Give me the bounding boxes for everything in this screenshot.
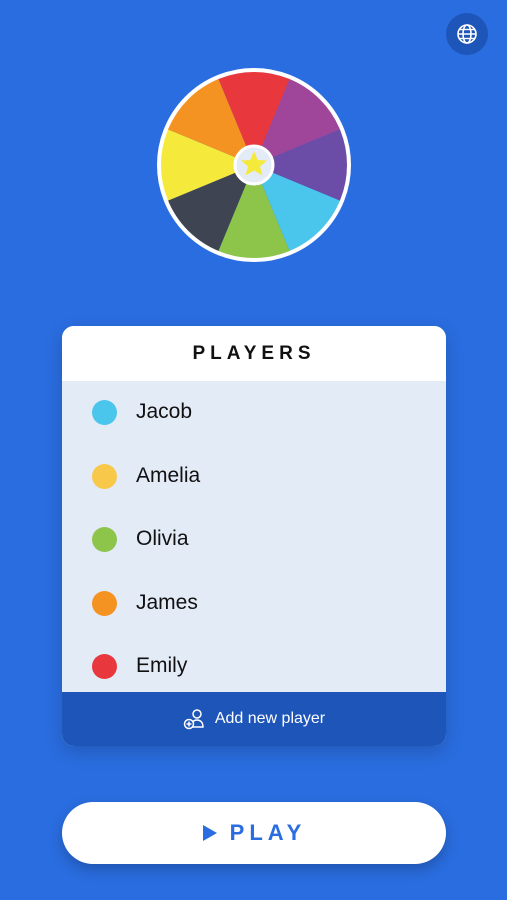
play-button[interactable]: PLAY — [62, 802, 446, 864]
player-color-dot — [92, 590, 117, 616]
add-player-label: Add new player — [214, 710, 326, 727]
player-row-james[interactable]: James — [62, 583, 446, 623]
add-player-button[interactable]: Add new player — [62, 692, 446, 746]
player-name: Jacob — [136, 400, 193, 423]
player-row-emily[interactable]: Emily — [62, 646, 446, 686]
player-name: Emily — [136, 654, 188, 677]
globe-icon — [457, 24, 477, 44]
player-name: James — [136, 591, 198, 614]
add-user-icon — [183, 709, 204, 730]
player-color-dot — [92, 526, 117, 552]
language-button[interactable] — [446, 13, 488, 55]
player-name: Amelia — [136, 464, 201, 487]
player-color-dot — [92, 653, 117, 679]
player-color-dot — [92, 399, 117, 425]
play-label: PLAY — [229, 820, 307, 845]
players-card: PLAYERS Jacob Amelia Olivia James Emily — [62, 326, 446, 746]
player-color-dot — [92, 463, 117, 489]
players-title: PLAYERS — [192, 342, 316, 364]
player-row-olivia[interactable]: Olivia — [62, 519, 446, 559]
spin-wheel[interactable] — [156, 67, 352, 263]
player-name: Olivia — [136, 527, 189, 550]
player-row-jacob[interactable]: Jacob — [62, 392, 446, 432]
players-header: PLAYERS — [62, 326, 446, 381]
play-icon — [202, 825, 217, 841]
player-row-amelia[interactable]: Amelia — [62, 456, 446, 496]
app-screen: PLAYERS Jacob Amelia Olivia James Emily — [0, 0, 507, 900]
player-list: Jacob Amelia Olivia James Emily — [62, 381, 446, 692]
